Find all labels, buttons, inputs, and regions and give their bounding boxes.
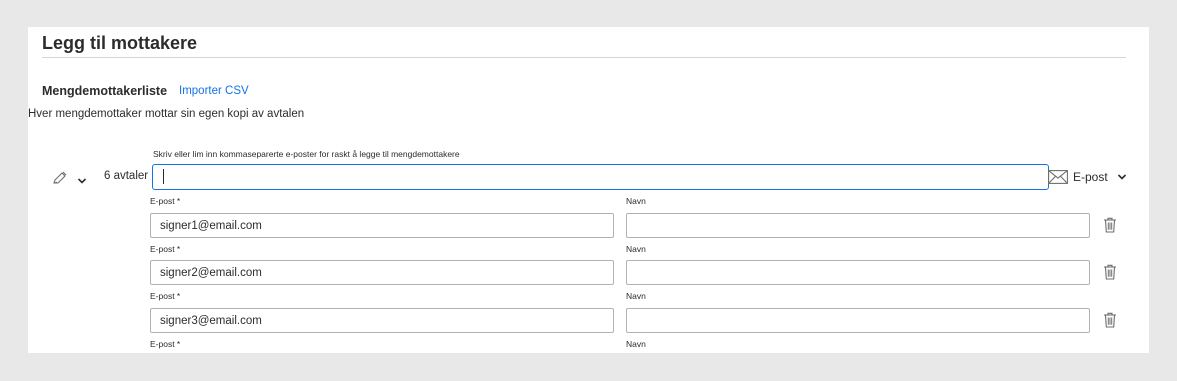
bulk-list-heading: Mengdemottakerliste (42, 84, 168, 98)
name-label: Navn (626, 291, 646, 301)
add-recipients-panel: Legg til mottakere Mengdemottakerliste I… (28, 27, 1149, 353)
delivery-method-dropdown[interactable]: E-post (1048, 168, 1127, 186)
name-label: Navn (626, 339, 646, 349)
role-chevron-down-icon[interactable] (77, 173, 87, 184)
email-field[interactable] (150, 308, 614, 333)
name-field[interactable] (626, 213, 1090, 238)
pen-icon[interactable] (52, 170, 68, 186)
import-csv-link[interactable]: Importer CSV (179, 85, 249, 97)
trash-icon[interactable] (1103, 217, 1117, 233)
name-label: Navn (626, 244, 646, 254)
trash-icon[interactable] (1103, 312, 1117, 328)
page-title: Legg til mottakere (42, 33, 198, 53)
email-field[interactable] (150, 213, 614, 238)
delivery-chevron-down-icon (1117, 172, 1127, 182)
email-label: E-post * (150, 291, 181, 301)
title-divider (42, 57, 1126, 58)
trash-icon[interactable] (1103, 264, 1117, 280)
name-label: Navn (626, 196, 646, 206)
agreement-count: 6 avtaler (104, 170, 149, 182)
delivery-method-label: E-post (1073, 170, 1108, 184)
bulk-email-input[interactable] (152, 164, 1049, 190)
email-field[interactable] (150, 260, 614, 285)
email-label: E-post * (150, 339, 181, 349)
name-field[interactable] (626, 260, 1090, 285)
bulk-input-hint: Skriv eller lim inn kommaseparerte e-pos… (153, 149, 460, 159)
name-field[interactable] (626, 308, 1090, 333)
email-label: E-post * (150, 196, 181, 206)
email-label: E-post * (150, 244, 181, 254)
bulk-list-description: Hver mengdemottaker mottar sin egen kopi… (28, 108, 305, 120)
text-caret (163, 169, 164, 184)
envelope-icon (1048, 170, 1068, 184)
